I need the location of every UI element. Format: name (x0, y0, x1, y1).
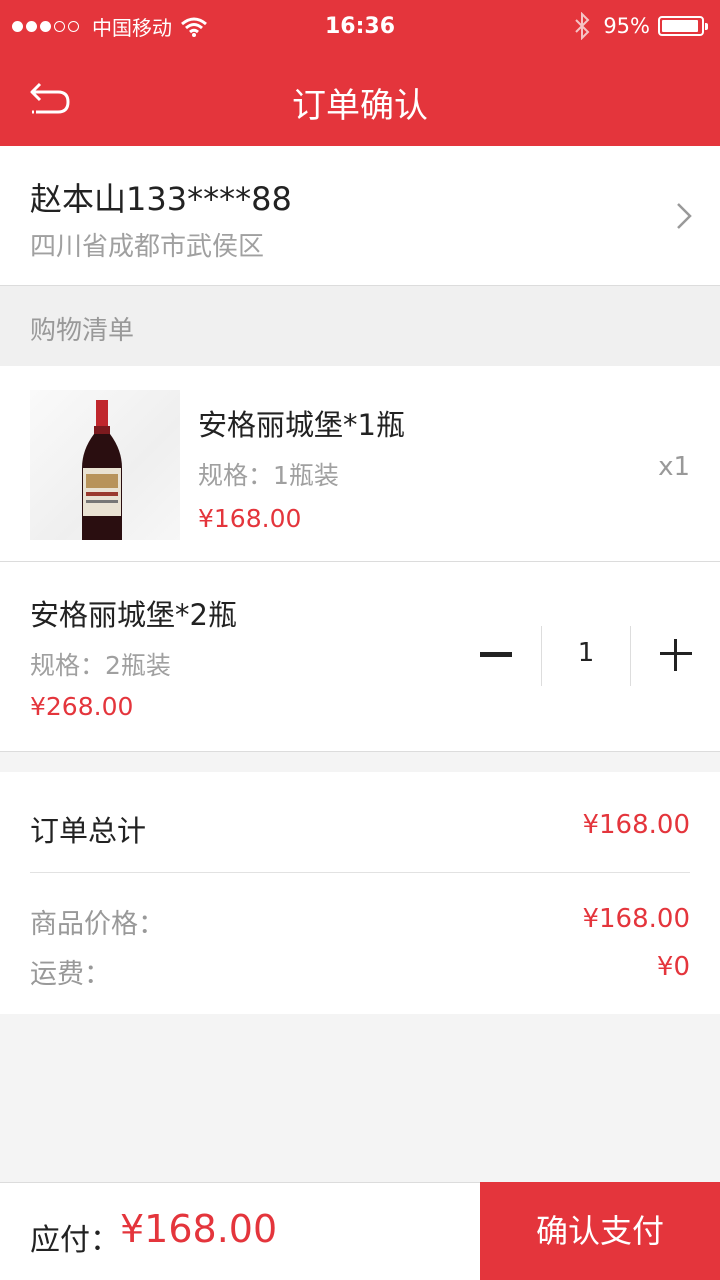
shopping-list-header: 购物清单 (0, 286, 720, 366)
decrease-quantity-button[interactable] (452, 624, 540, 686)
section-title: 购物清单 (30, 316, 135, 346)
quantity-value[interactable]: 1 (542, 638, 630, 668)
order-summary: 订单总计 ¥168.00 商品价格： ¥168.00 运费： ¥0 (0, 772, 720, 1014)
product-quantity: x1 (658, 452, 690, 482)
payment-bar: 应付： ¥168.00 确认支付 (0, 1182, 720, 1280)
product-image (30, 390, 180, 540)
bluetooth-icon (575, 12, 590, 40)
battery-percent: 95% (603, 14, 650, 38)
product-spec: 规格：2瓶装 (30, 651, 171, 680)
quantity-stepper[interactable]: 1 (452, 624, 720, 686)
list-item[interactable]: 安格丽城堡*1瓶 规格：1瓶装 ¥168.00 x1 (0, 366, 720, 562)
order-total-label: 订单总计 (30, 814, 147, 848)
product-spec: 规格：1瓶装 (198, 461, 339, 490)
product-title: 安格丽城堡*1瓶 (198, 408, 405, 442)
product-price: ¥268.00 (30, 692, 134, 721)
page-title: 订单确认 (292, 86, 428, 126)
plus-icon-vertical (674, 639, 677, 671)
recipient-name-phone: 赵本山133****88 (30, 180, 292, 218)
chevron-right-icon (677, 203, 692, 229)
minus-icon (480, 652, 512, 655)
goods-price-value: ¥168.00 (582, 904, 690, 934)
payable-amount: ¥168.00 (120, 1207, 278, 1251)
battery-group: 95% (573, 12, 708, 40)
stepper-divider (630, 626, 631, 686)
list-item[interactable]: 安格丽城堡*2瓶 规格：2瓶装 ¥268.00 1 (0, 562, 720, 752)
payable-label: 应付： (30, 1223, 120, 1258)
order-total-value: ¥168.00 (582, 810, 690, 840)
product-price: ¥168.00 (198, 504, 302, 533)
battery-icon (658, 16, 708, 36)
nav-bar: 订单确认 (0, 56, 720, 146)
wine-bottle-image (82, 400, 122, 540)
goods-price-label: 商品价格： (30, 909, 165, 940)
status-bar: 中国移动 16:36 95% (0, 0, 720, 56)
address-card[interactable]: 赵本山133****88 四川省成都市武侯区 (0, 146, 720, 286)
confirm-payment-button[interactable]: 确认支付 (480, 1182, 720, 1280)
product-title: 安格丽城堡*2瓶 (30, 598, 237, 632)
shipping-label: 运费： (30, 959, 111, 990)
shipping-value: ¥0 (656, 952, 690, 982)
increase-quantity-button[interactable] (632, 624, 720, 686)
divider (30, 872, 690, 873)
recipient-address: 四川省成都市武侯区 (30, 232, 265, 262)
